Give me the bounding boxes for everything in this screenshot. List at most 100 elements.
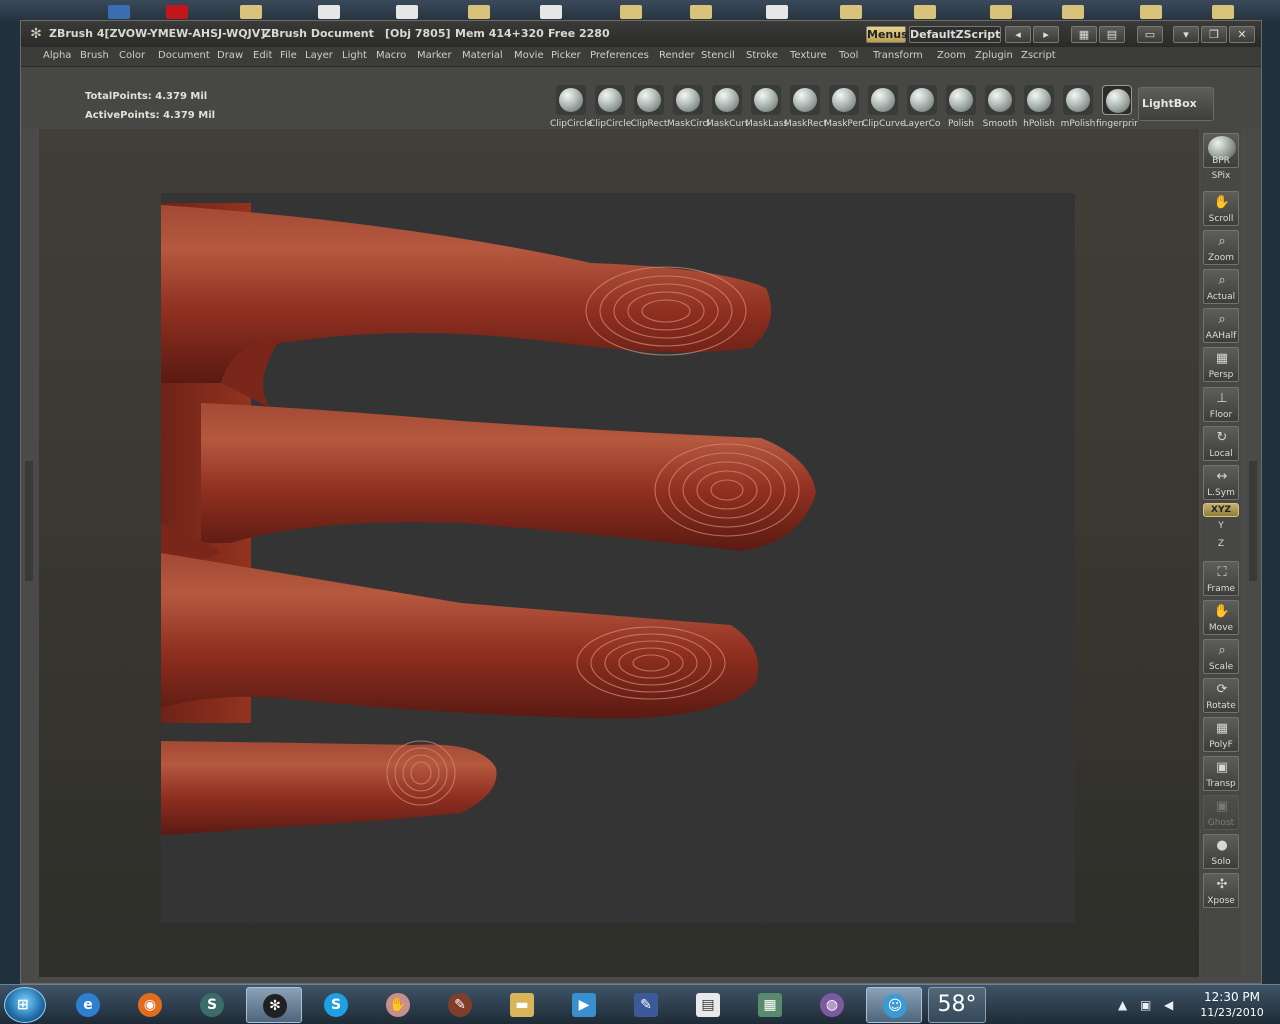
menus-button[interactable]: Menus xyxy=(866,26,908,43)
brush-clipcurve[interactable]: ClipCurve xyxy=(862,85,904,131)
menu-stencil[interactable]: Stencil xyxy=(701,50,735,61)
xyz-rotation-toggle[interactable]: XYZ xyxy=(1203,503,1239,517)
script-next-icon[interactable]: ▸ xyxy=(1033,26,1059,43)
taskbar-app[interactable]: S xyxy=(184,987,240,1023)
document-viewport[interactable] xyxy=(161,193,1075,923)
polyf-button[interactable]: ▦ PolyF xyxy=(1203,717,1239,752)
local-button[interactable]: ↻ Local xyxy=(1203,426,1239,461)
brush-masklasso[interactable]: MaskLasso xyxy=(745,85,787,131)
taskbar-app[interactable]: ✎ xyxy=(432,987,488,1023)
close-icon[interactable]: ✕ xyxy=(1229,26,1255,43)
clock-time[interactable]: 12:30 PM xyxy=(1194,990,1270,1004)
z-rotation-toggle[interactable]: Z xyxy=(1203,539,1239,549)
menu-edit[interactable]: Edit xyxy=(253,50,272,61)
folder-icon[interactable] xyxy=(1140,5,1162,19)
folder-icon[interactable] xyxy=(1062,5,1084,19)
left-tray-handle[interactable] xyxy=(25,461,33,581)
lsym-button[interactable]: ↔ L.Sym xyxy=(1203,465,1239,500)
taskbar-app[interactable]: ▦ xyxy=(742,987,798,1023)
menu-draw[interactable]: Draw xyxy=(217,50,243,61)
menu-color[interactable]: Color xyxy=(119,50,145,61)
floor-button[interactable]: ⊥ Floor xyxy=(1203,387,1239,422)
menu-zscript[interactable]: Zscript xyxy=(1021,50,1056,61)
folder-icon[interactable] xyxy=(620,5,642,19)
menu-texture[interactable]: Texture xyxy=(790,50,827,61)
menu-picker[interactable]: Picker xyxy=(551,50,581,61)
minimize-icon[interactable]: ▾ xyxy=(1173,26,1199,43)
file-icon[interactable] xyxy=(766,5,788,19)
brush-fingerprint[interactable]: fingerprint xyxy=(1096,85,1138,131)
scroll-button[interactable]: ✋ Scroll xyxy=(1203,191,1239,226)
menu-document[interactable]: Document xyxy=(158,50,210,61)
menu-brush[interactable]: Brush xyxy=(80,50,109,61)
volume-icon[interactable]: ◀ xyxy=(1164,998,1173,1012)
actual-button[interactable]: ⌕ Actual xyxy=(1203,269,1239,304)
brush-maskcurve[interactable]: MaskCurve xyxy=(706,85,748,131)
network-icon[interactable]: ▣ xyxy=(1140,998,1151,1012)
taskbar-explorer[interactable]: ▬ xyxy=(494,987,550,1023)
start-button[interactable]: ⊞ xyxy=(4,987,46,1023)
y-rotation-toggle[interactable]: Y xyxy=(1203,521,1239,531)
brush-layerco[interactable]: LayerCo xyxy=(903,85,941,131)
spix-slider[interactable]: SPix xyxy=(1203,171,1239,181)
layout-alt-icon[interactable]: ▤ xyxy=(1099,26,1125,43)
file-icon[interactable] xyxy=(396,5,418,19)
desktop-shortcut-icon[interactable] xyxy=(108,5,130,19)
weather-gadget[interactable]: 58° xyxy=(928,987,986,1023)
frame-button[interactable]: ⛶ Frame xyxy=(1203,561,1239,596)
menu-zplugin[interactable]: Zplugin xyxy=(975,50,1013,61)
file-icon[interactable] xyxy=(540,5,562,19)
desktop-shortcut-icon[interactable] xyxy=(166,5,188,19)
menu-render[interactable]: Render xyxy=(659,50,695,61)
folder-icon[interactable] xyxy=(840,5,862,19)
menu-tool[interactable]: Tool xyxy=(839,50,858,61)
menu-zoom[interactable]: Zoom xyxy=(937,50,966,61)
show-hidden-icons-icon[interactable]: ▲ xyxy=(1118,998,1127,1012)
folder-icon[interactable] xyxy=(468,5,490,19)
brush-maskrect[interactable]: MaskRect xyxy=(784,85,826,131)
transp-button[interactable]: ▣ Transp xyxy=(1203,756,1239,791)
folder-icon[interactable] xyxy=(690,5,712,19)
brush-hpolish[interactable]: hPolish xyxy=(1020,85,1058,131)
menu-marker[interactable]: Marker xyxy=(417,50,452,61)
scale-button[interactable]: ⌕ Scale xyxy=(1203,639,1239,674)
folder-icon[interactable] xyxy=(240,5,262,19)
restore-icon[interactable]: ❐ xyxy=(1201,26,1227,43)
brush-maskcircle[interactable]: MaskCircle xyxy=(667,85,709,131)
aahalf-button[interactable]: ⌕ AAHalf xyxy=(1203,308,1239,343)
menu-preferences[interactable]: Preferences xyxy=(590,50,649,61)
menu-file[interactable]: File xyxy=(280,50,297,61)
zoom-button[interactable]: ⌕ Zoom xyxy=(1203,230,1239,265)
taskbar-app[interactable]: ✎ xyxy=(618,987,674,1023)
clock-date[interactable]: 11/23/2010 xyxy=(1192,1006,1272,1019)
taskbar-app[interactable]: ✋ xyxy=(370,987,426,1023)
folder-icon[interactable] xyxy=(1212,5,1234,19)
menu-layer[interactable]: Layer xyxy=(305,50,333,61)
taskbar-media[interactable]: ▶ xyxy=(556,987,612,1023)
layout-icon[interactable]: ▦ xyxy=(1071,26,1097,43)
solo-button[interactable]: ● Solo xyxy=(1203,834,1239,869)
right-tray-handle[interactable] xyxy=(1249,461,1257,581)
brush-clipcirclecenter[interactable]: ClipCircleCenter xyxy=(589,85,631,131)
zscript-name[interactable]: DefaultZScript xyxy=(909,26,1001,43)
menu-transform[interactable]: Transform xyxy=(873,50,923,61)
menu-movie[interactable]: Movie xyxy=(514,50,544,61)
taskbar-zbrush[interactable]: ✻ xyxy=(246,987,302,1023)
folder-icon[interactable] xyxy=(914,5,936,19)
persp-button[interactable]: ▦ Persp xyxy=(1203,347,1239,382)
bpr-button[interactable]: BPR xyxy=(1203,133,1239,168)
menu-macro[interactable]: Macro xyxy=(376,50,406,61)
lightbox-button[interactable]: LightBox xyxy=(1138,87,1214,121)
brush-cliprect[interactable]: ClipRect xyxy=(630,85,668,131)
taskbar-skype[interactable]: S xyxy=(308,987,364,1023)
script-prev-icon[interactable]: ◂ xyxy=(1005,26,1031,43)
rotate-button[interactable]: ⟳ Rotate xyxy=(1203,678,1239,713)
canvas-area[interactable] xyxy=(39,129,1199,977)
taskbar-messenger[interactable]: ☺ xyxy=(866,987,922,1023)
menu-light[interactable]: Light xyxy=(342,50,367,61)
menu-material[interactable]: Material xyxy=(462,50,503,61)
brush-polish[interactable]: Polish xyxy=(942,85,980,131)
xpose-button[interactable]: ✣ Xpose xyxy=(1203,873,1239,908)
taskbar-firefox[interactable]: ◉ xyxy=(122,987,178,1023)
menu-alpha[interactable]: Alpha xyxy=(43,50,71,61)
